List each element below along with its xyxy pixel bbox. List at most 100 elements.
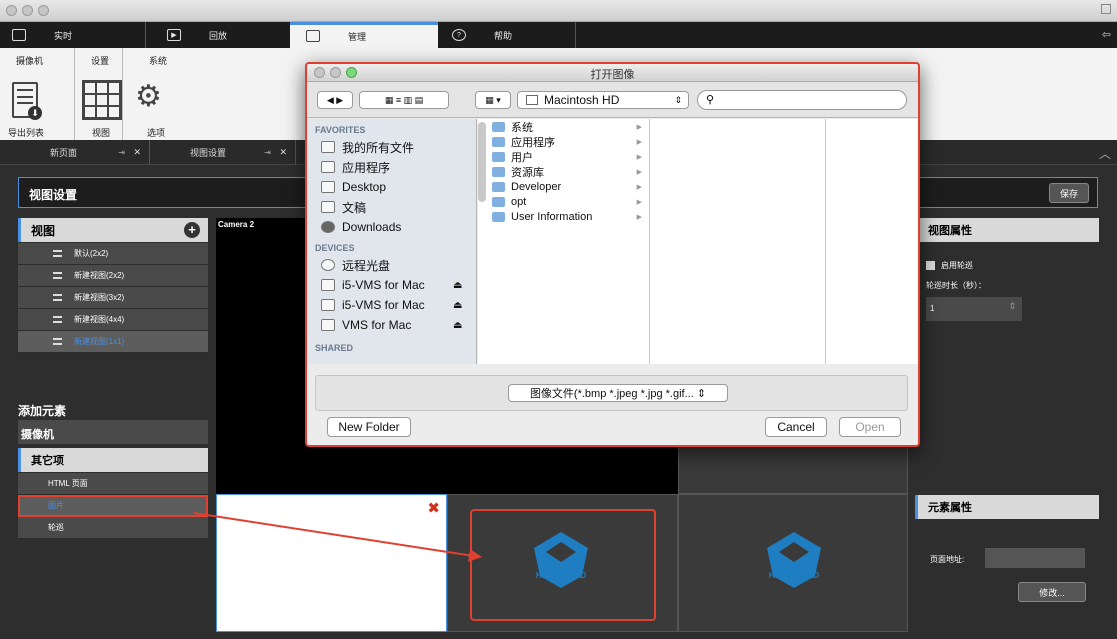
- patrol-label: 启用轮巡: [941, 261, 973, 270]
- views-panel-title: 视图: [31, 223, 56, 238]
- sidebar-item-applications[interactable]: 应用程序: [307, 157, 476, 177]
- file-label: 资源库: [511, 166, 544, 179]
- menu-live-label: 实时: [54, 30, 73, 41]
- logout-icon[interactable]: ⇦: [1102, 28, 1111, 41]
- list-item[interactable]: 新建视图(2x2): [18, 265, 208, 287]
- file-item[interactable]: 用户 ▶: [486, 149, 646, 164]
- tab-new-page[interactable]: 新页面 ⇥ ✕: [10, 140, 150, 165]
- list-item-selected[interactable]: 新建视图(1x1): [18, 331, 208, 353]
- stepper-icon[interactable]: ⇕: [1008, 301, 1016, 312]
- favorites-heading: FAVORITES: [315, 125, 366, 135]
- sidebar-item-volume[interactable]: i5-VMS for Mac ⏏: [307, 275, 476, 295]
- list-item-html[interactable]: HTML 页面: [18, 473, 208, 495]
- scrollbar[interactable]: [478, 122, 486, 202]
- menu-playback[interactable]: ▶ 回放: [167, 22, 227, 48]
- folder-icon: [492, 211, 505, 222]
- sidebar-item-label: i5-VMS for Mac: [342, 278, 425, 292]
- list-item-image[interactable]: 图片: [18, 495, 208, 517]
- file-item[interactable]: 系统 ▶: [486, 119, 646, 134]
- open-image-dialog: 打开图像 ◀ ▶ ▦ ≡ ▥ ▤ ▦ ▾ Macintosh HD ⇕ ⚲ FA…: [305, 62, 920, 447]
- page-url-input[interactable]: [985, 548, 1085, 568]
- grid-icon: [53, 250, 62, 257]
- sidebar-item-volume[interactable]: i5-VMS for Mac ⏏: [307, 295, 476, 315]
- list-item[interactable]: 新建视图(3x2): [18, 287, 208, 309]
- volume-icon: [321, 299, 335, 311]
- export-list-icon[interactable]: ⬇: [12, 82, 42, 120]
- file-item[interactable]: Developer ▶: [486, 179, 646, 194]
- folder-icon: [492, 151, 505, 162]
- grid-icon: [53, 272, 62, 279]
- sidebar-item-label: 文稿: [342, 200, 367, 215]
- view-grid-icon[interactable]: [82, 80, 122, 120]
- view-props-title: 视图属性: [928, 225, 972, 237]
- folder-icon: [492, 196, 505, 207]
- sidebar-item-downloads[interactable]: Downloads: [307, 217, 476, 237]
- menu-bar: 实时 ▶ 回放 管理 ? 帮助 ⇦: [0, 22, 1117, 48]
- patrol-checkbox[interactable]: [926, 261, 935, 270]
- file-type-popup[interactable]: 图像文件(*.bmp *.jpeg *.jpg *.gif... ⇕: [508, 384, 728, 402]
- fullscreen-icon[interactable]: [1101, 4, 1111, 14]
- patrol-checkbox-row[interactable]: 启用轮巡: [926, 260, 973, 271]
- sidebar-item-remote-disc[interactable]: 远程光盘: [307, 255, 476, 275]
- sidebar-item-documents[interactable]: 文稿: [307, 197, 476, 217]
- tab-detach-icon[interactable]: ⇥: [118, 148, 125, 157]
- location-popup[interactable]: Macintosh HD ⇕: [517, 91, 689, 109]
- sidebar-item-volume[interactable]: VMS for Mac ⏏: [307, 315, 476, 335]
- menu-help[interactable]: ? 帮助: [452, 22, 512, 48]
- file-item[interactable]: User Information ▶: [486, 209, 646, 224]
- file-item[interactable]: 资源库 ▶: [486, 164, 646, 179]
- menu-manage-active[interactable]: 管理: [290, 22, 438, 48]
- tab-close-icon[interactable]: ✕: [133, 147, 141, 158]
- camera-section[interactable]: 摄像机: [18, 420, 208, 444]
- tab-view-settings[interactable]: 视图设置 ⇥ ✕: [150, 140, 296, 165]
- sidebar-item-label: 我的所有文件: [342, 140, 415, 155]
- tab-view-settings-label: 视图设置: [190, 148, 227, 158]
- close-window-button[interactable]: [6, 5, 17, 16]
- cancel-button[interactable]: Cancel: [765, 417, 827, 437]
- duration-value: 1: [930, 304, 935, 313]
- menu-live[interactable]: 实时: [12, 22, 72, 48]
- minimize-window-button[interactable]: [22, 5, 33, 16]
- arrange-button[interactable]: ▦ ▾: [475, 91, 511, 109]
- view-item-label: 新建视图(4x4): [74, 315, 125, 324]
- list-item[interactable]: 新建视图(4x4): [18, 309, 208, 331]
- sidebar-item-label: 远程光盘: [342, 258, 391, 273]
- shared-heading: SHARED: [315, 343, 354, 353]
- view-mode-buttons[interactable]: ▦ ≡ ▥ ▤: [359, 91, 449, 109]
- menu-playback-label: 回放: [209, 30, 228, 41]
- chevron-updown-icon: ⇕: [674, 94, 682, 105]
- grid-cell[interactable]: HEROSPEED: [678, 494, 908, 632]
- files-icon: [321, 141, 335, 153]
- add-view-icon[interactable]: +: [184, 222, 200, 238]
- dialog-title: 打开图像: [590, 69, 635, 81]
- eject-icon[interactable]: ⏏: [453, 320, 462, 331]
- eject-icon[interactable]: ⏏: [453, 300, 462, 311]
- file-item[interactable]: opt ▶: [486, 194, 646, 209]
- list-item-patrol[interactable]: 轮巡: [18, 517, 208, 539]
- chevron-up-icon[interactable]: ︿: [1099, 145, 1111, 162]
- eject-icon[interactable]: ⏏: [453, 280, 462, 291]
- file-browser: 系统 ▶ 应用程序 ▶ 用户 ▶ 资源库 ▶ Developer ▶ opt ▶ User …: [478, 119, 918, 364]
- search-input[interactable]: ⚲: [697, 90, 907, 110]
- back-forward-button[interactable]: ◀ ▶: [317, 91, 353, 109]
- logo-text: HEROSPEED: [535, 571, 587, 580]
- applications-icon: [321, 161, 335, 173]
- tab-detach-icon[interactable]: ⇥: [264, 148, 271, 157]
- other-section[interactable]: 其它项: [18, 448, 208, 472]
- modify-button[interactable]: 修改...: [1018, 582, 1086, 602]
- folder-icon: [492, 181, 505, 192]
- duration-stepper[interactable]: 1 ⇕: [926, 297, 1022, 321]
- file-item[interactable]: 应用程序 ▶: [486, 134, 646, 149]
- save-button[interactable]: 保存: [1049, 183, 1089, 203]
- sidebar-item-label: i5-VMS for Mac: [342, 298, 425, 312]
- sidebar-item-desktop[interactable]: Desktop: [307, 177, 476, 197]
- gear-icon[interactable]: ⚙: [135, 82, 162, 112]
- sidebar-item-all-files[interactable]: 我的所有文件: [307, 137, 476, 157]
- open-button[interactable]: Open: [839, 417, 901, 437]
- new-folder-button[interactable]: New Folder: [327, 417, 411, 437]
- tab-close-icon[interactable]: ✕: [279, 147, 287, 158]
- file-list: 系统 ▶ 应用程序 ▶ 用户 ▶ 资源库 ▶ Developer ▶ opt ▶ User …: [486, 119, 646, 224]
- list-item[interactable]: 默认(2x2): [18, 243, 208, 265]
- ribbon-group-system-label: 系统: [149, 56, 168, 66]
- zoom-window-button[interactable]: [38, 5, 49, 16]
